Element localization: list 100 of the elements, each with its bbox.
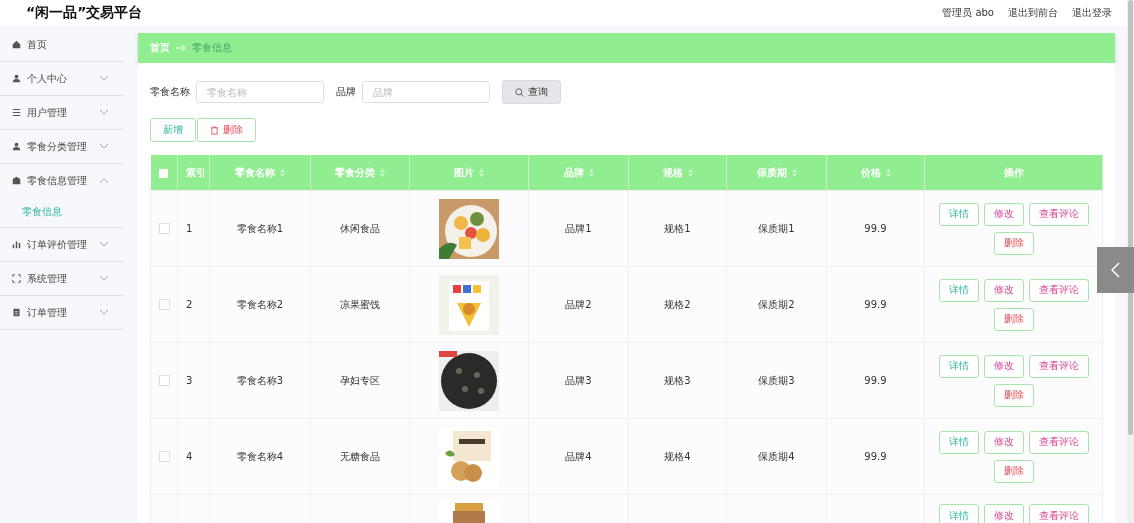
arrow-icon — [176, 45, 186, 51]
sort-icon[interactable] — [280, 168, 285, 177]
sidebar-item[interactable]: 订单评价管理 — [0, 228, 124, 262]
row-action-button[interactable]: 删除 — [993, 459, 1034, 483]
table-cell: 保质期2 — [758, 298, 795, 310]
table-cell: 99.9 — [864, 451, 887, 462]
table-cell: 零食名称2 — [236, 298, 284, 310]
row-action-button[interactable]: 查看评论 — [1028, 430, 1089, 454]
column-header: 图片 — [454, 166, 474, 178]
sidebar-item[interactable]: 首页 — [0, 28, 124, 62]
column-header: 价格 — [860, 166, 881, 178]
row-action-button[interactable]: 修改 — [983, 354, 1024, 378]
table-cell: 品牌1 — [565, 222, 592, 234]
chevron-icon — [100, 76, 108, 81]
table-cell: 3 — [186, 375, 193, 386]
table-cell: 保质期4 — [758, 450, 795, 462]
sort-icon[interactable] — [588, 168, 594, 177]
table-cell: 无糖食品 — [340, 450, 380, 462]
row-checkbox[interactable] — [158, 451, 170, 463]
table-cell: 零食名称4 — [236, 450, 284, 462]
row-action-button[interactable]: 详情 — [938, 430, 979, 454]
table-cell: 1 — [186, 223, 193, 234]
sort-icon[interactable] — [380, 168, 385, 177]
menu-icon — [12, 108, 21, 117]
menu-icon — [12, 308, 21, 317]
row-action-button[interactable]: 详情 — [938, 354, 979, 378]
row-action-button[interactable]: 查看评论 — [1028, 354, 1089, 378]
sort-icon[interactable] — [479, 168, 484, 177]
chevron-icon — [100, 242, 108, 247]
table-cell: 品牌4 — [565, 450, 592, 462]
row-checkbox[interactable] — [158, 299, 170, 311]
row-action-button[interactable]: 详情 — [938, 202, 979, 226]
field-label: 品牌 — [336, 85, 356, 99]
chevron-icon — [100, 110, 108, 115]
column-header: 零食分类 — [335, 166, 375, 178]
row-action-button[interactable]: 删除 — [993, 383, 1034, 407]
table-cell: 99.9 — [864, 299, 887, 310]
row-action-button[interactable]: 修改 — [983, 504, 1024, 523]
header-link[interactable]: 管理员 abo — [942, 6, 994, 20]
sidebar-item[interactable]: 零食分类管理 — [0, 130, 124, 164]
row-action-button[interactable]: 删除 — [993, 307, 1034, 331]
sidebar-item[interactable]: 系统管理 — [0, 262, 124, 296]
search-field[interactable]: 零食名称 — [196, 81, 324, 103]
table-cell: 零食名称3 — [236, 374, 284, 386]
table-cell: 休闲食品 — [340, 222, 380, 234]
table-cell: 品牌3 — [565, 374, 592, 386]
table-cell: 4 — [186, 451, 193, 462]
chevron-left-icon — [1111, 262, 1120, 278]
app-title: “闲一品”交易平台 — [26, 4, 143, 22]
sidebar-item[interactable]: 订单管理 — [0, 296, 124, 330]
table-cell: 规格1 — [664, 222, 691, 234]
submenu-item[interactable]: 零食信息 — [0, 197, 124, 227]
menu-icon — [12, 274, 21, 283]
header-link[interactable]: 退出到前台 — [1008, 6, 1058, 20]
row-action-button[interactable]: 修改 — [983, 430, 1024, 454]
column-header: 规格 — [662, 166, 683, 178]
delete-button[interactable]: 删除 — [197, 118, 256, 142]
table-cell: 规格2 — [664, 298, 691, 310]
menu-icon — [12, 142, 21, 151]
column-header: 操作 — [1003, 166, 1024, 178]
sidebar-item[interactable]: 用户管理 — [0, 96, 124, 130]
chevron-icon — [100, 310, 108, 315]
table-cell: 保质期1 — [758, 222, 795, 234]
trash-icon — [210, 125, 219, 135]
row-action-button[interactable]: 查看评论 — [1028, 202, 1089, 226]
table-cell: 2 — [186, 299, 193, 310]
chevron-icon — [100, 144, 108, 149]
row-action-button[interactable]: 查看评论 — [1028, 504, 1089, 523]
sort-icon[interactable] — [791, 168, 797, 177]
table-cell: 孕妇专区 — [340, 374, 380, 386]
row-action-button[interactable]: 详情 — [938, 504, 979, 523]
row-action-button[interactable]: 删除 — [993, 231, 1034, 255]
table-cell: 规格3 — [664, 374, 691, 386]
table-cell: 凉果蜜饯 — [340, 298, 380, 310]
column-header: 保质期 — [756, 166, 787, 178]
select-all-checkbox[interactable] — [159, 168, 169, 178]
row-action-button[interactable]: 修改 — [983, 202, 1024, 226]
scrollbar[interactable] — [1127, 0, 1134, 523]
sort-icon[interactable] — [687, 168, 693, 177]
menu-icon — [12, 40, 21, 49]
row-action-button[interactable]: 修改 — [983, 278, 1024, 302]
sidebar-item[interactable]: 个人中心 — [0, 62, 124, 96]
row-action-button[interactable]: 详情 — [938, 278, 979, 302]
search-icon — [515, 87, 524, 97]
row-action-button[interactable]: 查看评论 — [1028, 278, 1089, 302]
row-checkbox[interactable] — [158, 223, 170, 235]
menu-icon — [12, 74, 21, 83]
table-cell: 99.9 — [864, 375, 887, 386]
menu-icon — [12, 240, 21, 249]
side-panel-tab[interactable] — [1097, 247, 1134, 293]
sidebar-item[interactable]: 零食信息管理 — [0, 164, 124, 197]
header-link[interactable]: 退出登录 — [1072, 6, 1112, 20]
add-button[interactable]: 新增 — [150, 118, 196, 142]
column-header: 索引 — [186, 166, 206, 178]
sort-icon[interactable] — [885, 168, 891, 177]
chevron-icon — [100, 178, 108, 183]
search-button[interactable]: 查询 — [502, 80, 561, 104]
table-cell: 品牌2 — [565, 298, 592, 310]
field-label: 零食名称 — [150, 85, 190, 99]
row-checkbox[interactable] — [158, 375, 170, 387]
